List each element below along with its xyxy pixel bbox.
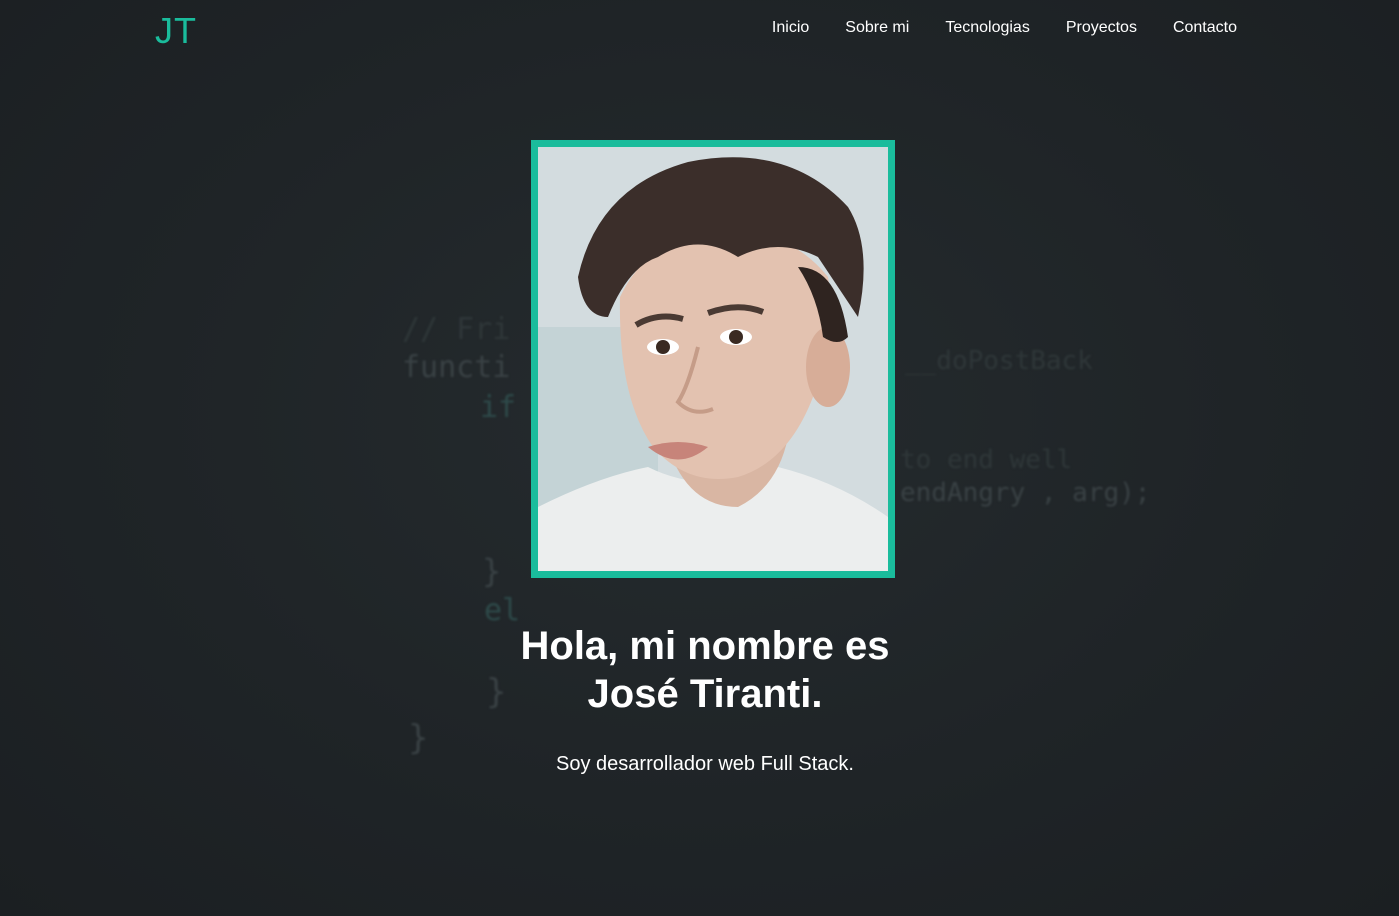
profile-photo-illustration: [538, 147, 888, 571]
nav-item-inicio[interactable]: Inicio: [772, 19, 809, 37]
logo[interactable]: JT: [155, 10, 197, 52]
bg-code-line: el: [484, 593, 521, 628]
page: // Fri functi if __doPostBack to end wel…: [0, 0, 1399, 916]
hero-title: Hola, mi nombre es José Tiranti.: [520, 624, 890, 716]
bg-code-line: // Fri: [402, 312, 511, 347]
nav-item-contacto[interactable]: Contacto: [1173, 19, 1237, 37]
nav-item-sobre-mi[interactable]: Sobre mi: [845, 19, 909, 37]
nav-menu: Inicio Sobre mi Tecnologias Proyectos Co…: [772, 19, 1237, 37]
bg-code-line: if: [480, 390, 517, 425]
nav-item-proyectos[interactable]: Proyectos: [1066, 19, 1137, 37]
profile-photo: [531, 140, 895, 578]
hero-subtitle: Soy desarrollador web Full Stack.: [556, 753, 854, 775]
bg-code-line: __doPostBack: [905, 346, 1093, 376]
bg-code-line: endAngry , arg);: [900, 478, 1151, 508]
bg-code-line: }: [482, 552, 502, 590]
top-navbar: JT Inicio Sobre mi Tecnologias Proyectos…: [0, 0, 1399, 60]
bg-code-line: functi: [402, 350, 511, 385]
bg-code-line: }: [486, 672, 507, 712]
bg-code-line: to end well: [900, 445, 1073, 475]
bg-code-line: }: [408, 718, 429, 758]
nav-item-tecnologias[interactable]: Tecnologias: [945, 19, 1030, 37]
